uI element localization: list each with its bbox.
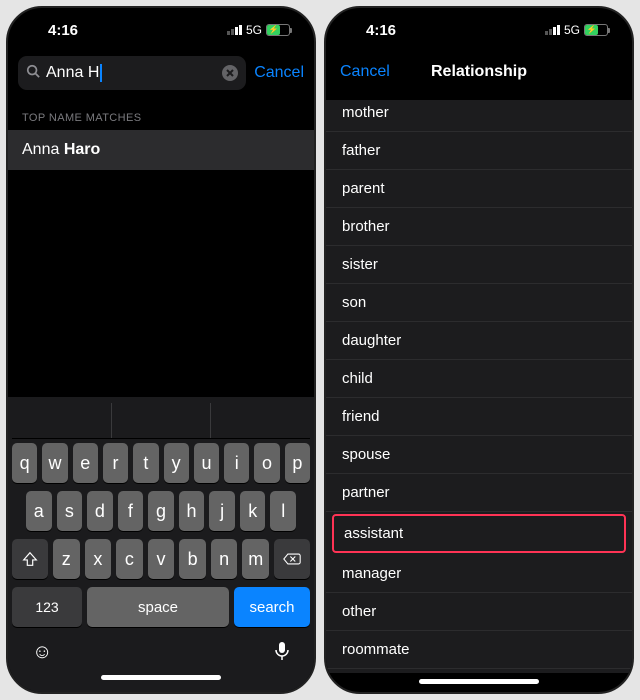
key-x[interactable]: x bbox=[85, 539, 112, 579]
key-q[interactable]: q bbox=[12, 443, 37, 483]
key-l[interactable]: l bbox=[270, 491, 296, 531]
signal-icon bbox=[227, 25, 242, 35]
network-label: 5G bbox=[246, 23, 262, 37]
key-h[interactable]: h bbox=[179, 491, 205, 531]
key-n[interactable]: n bbox=[211, 539, 238, 579]
relationship-option[interactable]: son bbox=[326, 284, 632, 322]
key-i[interactable]: i bbox=[224, 443, 249, 483]
relationship-option[interactable]: partner bbox=[326, 474, 632, 512]
relationship-option[interactable]: mother bbox=[326, 100, 632, 132]
key-t[interactable]: t bbox=[133, 443, 158, 483]
relationship-option[interactable]: other bbox=[326, 593, 632, 631]
key-v[interactable]: v bbox=[148, 539, 175, 579]
home-indicator[interactable] bbox=[419, 679, 539, 684]
status-right: 5G ⚡ bbox=[545, 23, 608, 37]
home-indicator[interactable] bbox=[101, 675, 221, 680]
key-e[interactable]: e bbox=[73, 443, 98, 483]
relationship-option[interactable]: daughter bbox=[326, 322, 632, 360]
relationship-option[interactable]: father bbox=[326, 132, 632, 170]
key-s[interactable]: s bbox=[57, 491, 83, 531]
key-r[interactable]: r bbox=[103, 443, 128, 483]
key-o[interactable]: o bbox=[254, 443, 279, 483]
search-field[interactable]: Anna H bbox=[18, 56, 246, 90]
relationship-option[interactable]: doctor bbox=[326, 669, 632, 673]
search-row: Anna H Cancel bbox=[8, 52, 314, 94]
cancel-search-button[interactable]: Cancel bbox=[254, 64, 304, 82]
phone-relationship-picker: 4:16 5G ⚡ Cancel Relationship motherfath… bbox=[324, 6, 634, 694]
shift-key[interactable] bbox=[12, 539, 48, 579]
status-time: 4:16 bbox=[366, 22, 396, 39]
key-a[interactable]: a bbox=[26, 491, 52, 531]
section-header: TOP NAME MATCHES bbox=[8, 94, 314, 130]
battery-icon: ⚡ bbox=[584, 24, 608, 36]
relationship-option[interactable]: roommate bbox=[326, 631, 632, 669]
key-k[interactable]: k bbox=[240, 491, 266, 531]
status-time: 4:16 bbox=[48, 22, 78, 39]
key-c[interactable]: c bbox=[116, 539, 143, 579]
status-bar: 4:16 5G ⚡ bbox=[8, 8, 314, 52]
keyboard: qwertyuiop asdfghjkl zxcvbnm 123 space s… bbox=[8, 397, 314, 692]
clear-search-button[interactable] bbox=[222, 65, 238, 81]
relationship-option[interactable]: child bbox=[326, 360, 632, 398]
nav-bar: Cancel Relationship bbox=[326, 52, 632, 92]
key-z[interactable]: z bbox=[53, 539, 80, 579]
key-f[interactable]: f bbox=[118, 491, 144, 531]
relationship-option[interactable]: spouse bbox=[326, 436, 632, 474]
relationship-option[interactable]: sister bbox=[326, 246, 632, 284]
key-y[interactable]: y bbox=[164, 443, 189, 483]
dictation-key[interactable] bbox=[274, 641, 290, 667]
search-icon bbox=[26, 64, 40, 83]
search-result-row[interactable]: Anna Haro bbox=[8, 130, 314, 170]
key-b[interactable]: b bbox=[179, 539, 206, 579]
relationship-list[interactable]: motherfatherparentbrothersistersondaught… bbox=[326, 100, 632, 673]
autocorrect-bar[interactable] bbox=[12, 403, 310, 439]
numbers-key[interactable]: 123 bbox=[12, 587, 82, 627]
cancel-button[interactable]: Cancel bbox=[340, 63, 390, 81]
key-p[interactable]: p bbox=[285, 443, 310, 483]
key-m[interactable]: m bbox=[242, 539, 269, 579]
relationship-option[interactable]: assistant bbox=[332, 514, 626, 553]
key-u[interactable]: u bbox=[194, 443, 219, 483]
search-key[interactable]: search bbox=[234, 587, 310, 627]
signal-icon bbox=[545, 25, 560, 35]
key-g[interactable]: g bbox=[148, 491, 174, 531]
key-j[interactable]: j bbox=[209, 491, 235, 531]
space-key[interactable]: space bbox=[87, 587, 229, 627]
battery-icon: ⚡ bbox=[266, 24, 290, 36]
status-bar: 4:16 5G ⚡ bbox=[326, 8, 632, 52]
phone-search-contacts: 4:16 5G ⚡ Anna H Cancel TOP NAME MATCHES… bbox=[6, 6, 316, 694]
emoji-key[interactable]: ☺ bbox=[32, 641, 52, 667]
search-results: TOP NAME MATCHES Anna Haro bbox=[8, 94, 314, 397]
status-right: 5G ⚡ bbox=[227, 23, 290, 37]
relationship-option[interactable]: friend bbox=[326, 398, 632, 436]
search-input-value[interactable]: Anna H bbox=[46, 64, 216, 82]
relationship-option[interactable]: brother bbox=[326, 208, 632, 246]
relationship-option[interactable]: parent bbox=[326, 170, 632, 208]
key-w[interactable]: w bbox=[42, 443, 67, 483]
key-d[interactable]: d bbox=[87, 491, 113, 531]
nav-title: Relationship bbox=[431, 63, 527, 81]
network-label: 5G bbox=[564, 23, 580, 37]
relationship-option[interactable]: manager bbox=[326, 555, 632, 593]
backspace-key[interactable] bbox=[274, 539, 310, 579]
